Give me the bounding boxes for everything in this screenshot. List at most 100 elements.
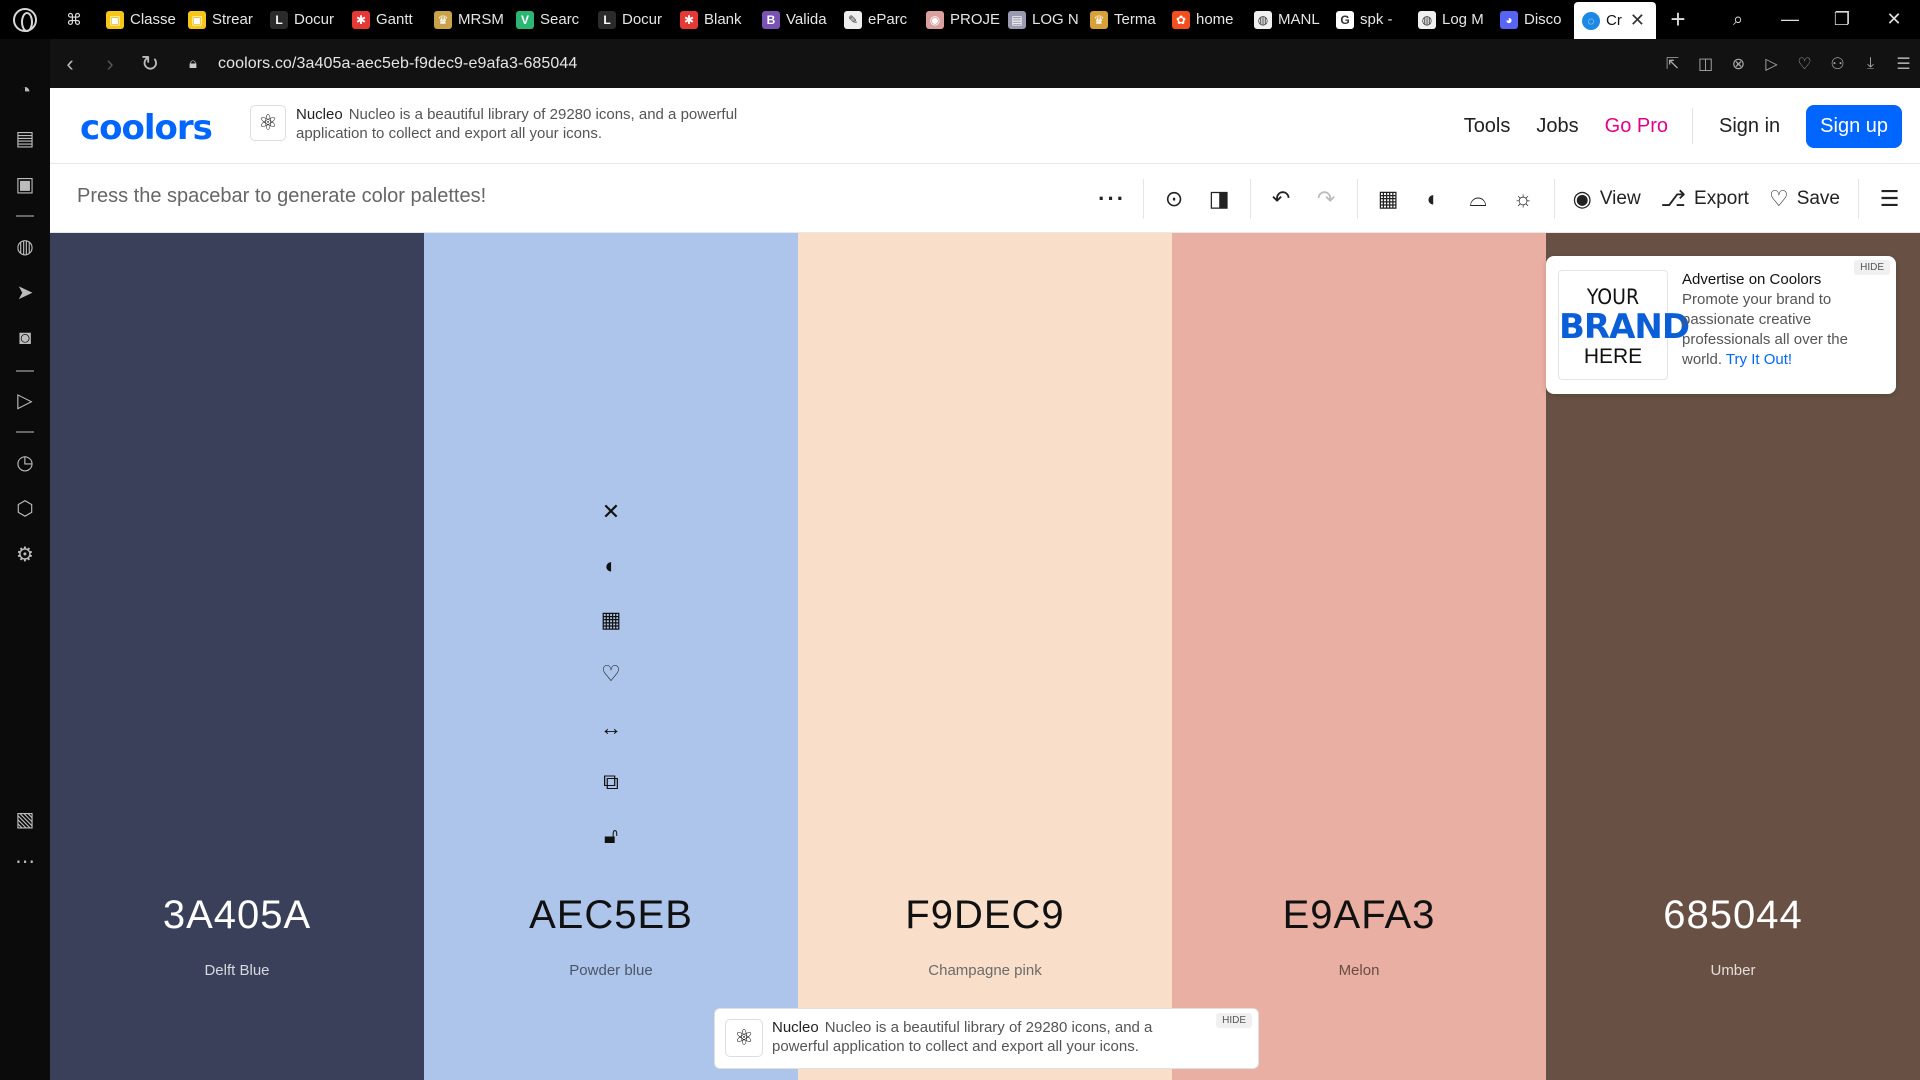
browser-tab[interactable]: ♛ MRSM [426,0,508,39]
discord-icon[interactable]: ◙ [0,318,50,358]
gallery-icon[interactable]: ▧ [0,799,50,839]
camera-icon[interactable]: ◫ [1689,54,1722,74]
browser-tab[interactable]: V Searc [508,0,590,39]
browser-tab[interactable]: ▤ LOG N [1000,0,1082,39]
history-icon[interactable]: ◷ [0,442,50,482]
brand-placeholder-logo: YOUR BRAND HERE [1558,270,1690,380]
player-icon[interactable]: ▷ [0,380,50,420]
browser-tab[interactable]: ▣ Strear [180,0,262,39]
nucleo-atom-icon: ⚛ [725,1019,763,1057]
view-button[interactable]: ◉ View [1563,164,1651,233]
browser-tab[interactable]: L Docur [262,0,344,39]
nav-go-pro[interactable]: Go Pro [1605,115,1668,138]
color-column[interactable]: F9DEC9 Champagne pink [798,233,1172,1080]
hide-ad-button[interactable]: HIDE [1854,260,1890,275]
opera-menu-icon[interactable] [0,0,50,39]
header-ad[interactable]: ⚛ Nucleo Nucleo is a beautiful library of… [250,105,750,143]
color-hex-code[interactable]: 685044 [1546,893,1920,938]
search-tabs-icon[interactable]: ⌕ [1712,9,1764,30]
chip-icon[interactable]: ▣ [0,164,50,204]
browser-tab[interactable]: ✱ Blank [672,0,754,39]
bottom-ad[interactable]: ⚛ Nucleo Nucleo is a beautiful library of… [714,1008,1259,1069]
redo-icon[interactable]: ↷ [1304,164,1349,233]
browser-tab[interactable]: ✎ eParc [836,0,918,39]
heart-icon[interactable]: ♡ [601,647,621,701]
color-hex-code[interactable]: F9DEC9 [798,893,1172,938]
more-icon[interactable]: ⋯ [0,841,50,881]
browser-tab[interactable]: ◍ MANL [1246,0,1328,39]
url-field[interactable]: coolors.co/3a405a-aec5eb-f9dec9-e9afa3-6… [218,55,577,73]
browser-tab[interactable]: ◍ Log M [1410,0,1492,39]
back-button[interactable]: ‹ [50,51,90,77]
browser-tab[interactable]: L Docur [590,0,672,39]
browser-tab[interactable]: ◉ PROJE [918,0,1000,39]
forward-button[interactable]: › [90,51,130,77]
undo-icon[interactable]: ↶ [1259,164,1304,233]
remove-color-icon[interactable]: ✕ [602,485,620,539]
sign-up-button[interactable]: Sign up [1806,104,1902,148]
browser-tab[interactable]: B Valida [754,0,836,39]
drag-icon[interactable]: ↔ [600,701,622,755]
copy-icon[interactable]: ⧉ [603,755,619,809]
shades-icon[interactable]: ◐ [604,539,617,593]
whatsapp-icon[interactable]: ◍ [0,226,50,266]
send-icon[interactable]: ▷ [1755,54,1788,74]
advertise-card[interactable]: YOUR BRAND HERE Advertise on Coolors Pro… [1546,256,1896,394]
sign-in-link[interactable]: Sign in [1719,115,1780,138]
color-hex-code[interactable]: 3A405A [50,893,424,938]
grid-icon[interactable]: ▦ [1366,164,1411,233]
bottom-ad-name: Nucleo [772,1019,819,1036]
color-hex-code[interactable]: AEC5EB [424,893,798,938]
save-button[interactable]: ♡ Save [1759,164,1850,233]
download-icon[interactable]: ⤓ [1854,55,1887,73]
coolors-logo[interactable]: coolors [80,108,213,148]
cube-icon[interactable]: ⬡ [0,488,50,528]
contrast-icon[interactable]: ◐ [1411,164,1456,233]
gamepad-icon[interactable]: ⌘ [50,0,98,39]
account-icon[interactable]: ⚇ [1821,54,1854,74]
sidebar-toggle-icon[interactable]: ◨ [1197,164,1242,233]
hide-ad-button[interactable]: HIDE [1216,1013,1252,1028]
browser-tab[interactable]: ✱ Gantt [344,0,426,39]
telegram-icon[interactable]: ➤ [0,272,50,312]
address-bar: ‹ › ↻ 🔒︎ coolors.co/3a405a-aec5eb-f9dec9… [50,39,1920,88]
heart-icon[interactable]: ♡ [1788,54,1821,74]
browser-tab[interactable]: ▣ Classe [98,0,180,39]
hamburger-menu-icon[interactable]: ☰ [1867,164,1912,233]
browser-tab[interactable]: ✿ home [1164,0,1246,39]
grid-icon[interactable]: ▦ [601,593,622,647]
brightness-icon[interactable]: ☼ [1501,164,1546,233]
share-icon[interactable]: ⇱ [1656,54,1689,74]
nav-tools[interactable]: Tools [1464,115,1511,138]
color-hex-code[interactable]: E9AFA3 [1172,893,1546,938]
more-options-icon[interactable]: ··· [1090,164,1135,233]
easy-setup-icon[interactable]: ☰ [1887,54,1920,74]
glasses-icon[interactable]: ⌓ [1456,164,1501,233]
browser-tab[interactable]: ◕ Disco [1492,0,1574,39]
adblock-icon[interactable]: ⊗ [1722,54,1755,74]
camera-icon[interactable]: ⊙ [1152,164,1197,233]
settings-icon[interactable]: ⚙ [0,534,50,574]
export-button[interactable]: ⎇ Export [1651,164,1759,233]
tab-favicon-icon: L [270,10,288,29]
new-tab-button[interactable]: + [1656,4,1700,35]
restore-button[interactable]: ❐ [1816,9,1868,30]
tab-title: Gantt [376,11,413,28]
reload-button[interactable]: ↻ [130,51,170,77]
minimize-button[interactable]: — [1764,9,1816,30]
browser-tab[interactable]: ♛ Terma [1082,0,1164,39]
close-tab-icon[interactable]: ✕ [1630,10,1645,31]
top-nav: Tools Jobs Go Pro Sign in Sign up [1438,102,1902,150]
nav-jobs[interactable]: Jobs [1536,115,1578,138]
try-it-out-link[interactable]: Try It Out! [1726,351,1792,368]
color-column[interactable]: AEC5EB Powder blue ✕ ◐ ▦ ♡ ↔ ⧉ 🔓︎ [424,233,798,1080]
color-column[interactable]: 3A405A Delft Blue [50,233,424,1080]
close-window-button[interactable]: ✕ [1868,9,1920,30]
color-column[interactable]: E9AFA3 Melon [1172,233,1546,1080]
active-tab[interactable]: ◌ Cr ✕ [1574,2,1656,39]
browser-tab[interactable]: Gspk - [1328,0,1410,39]
speed-dial-icon[interactable]: ◔ [0,71,50,111]
lock-icon[interactable]: 🔒︎ [178,55,208,72]
unlock-icon[interactable]: 🔓︎ [604,809,618,863]
bag-icon[interactable]: ▤ [0,118,50,158]
